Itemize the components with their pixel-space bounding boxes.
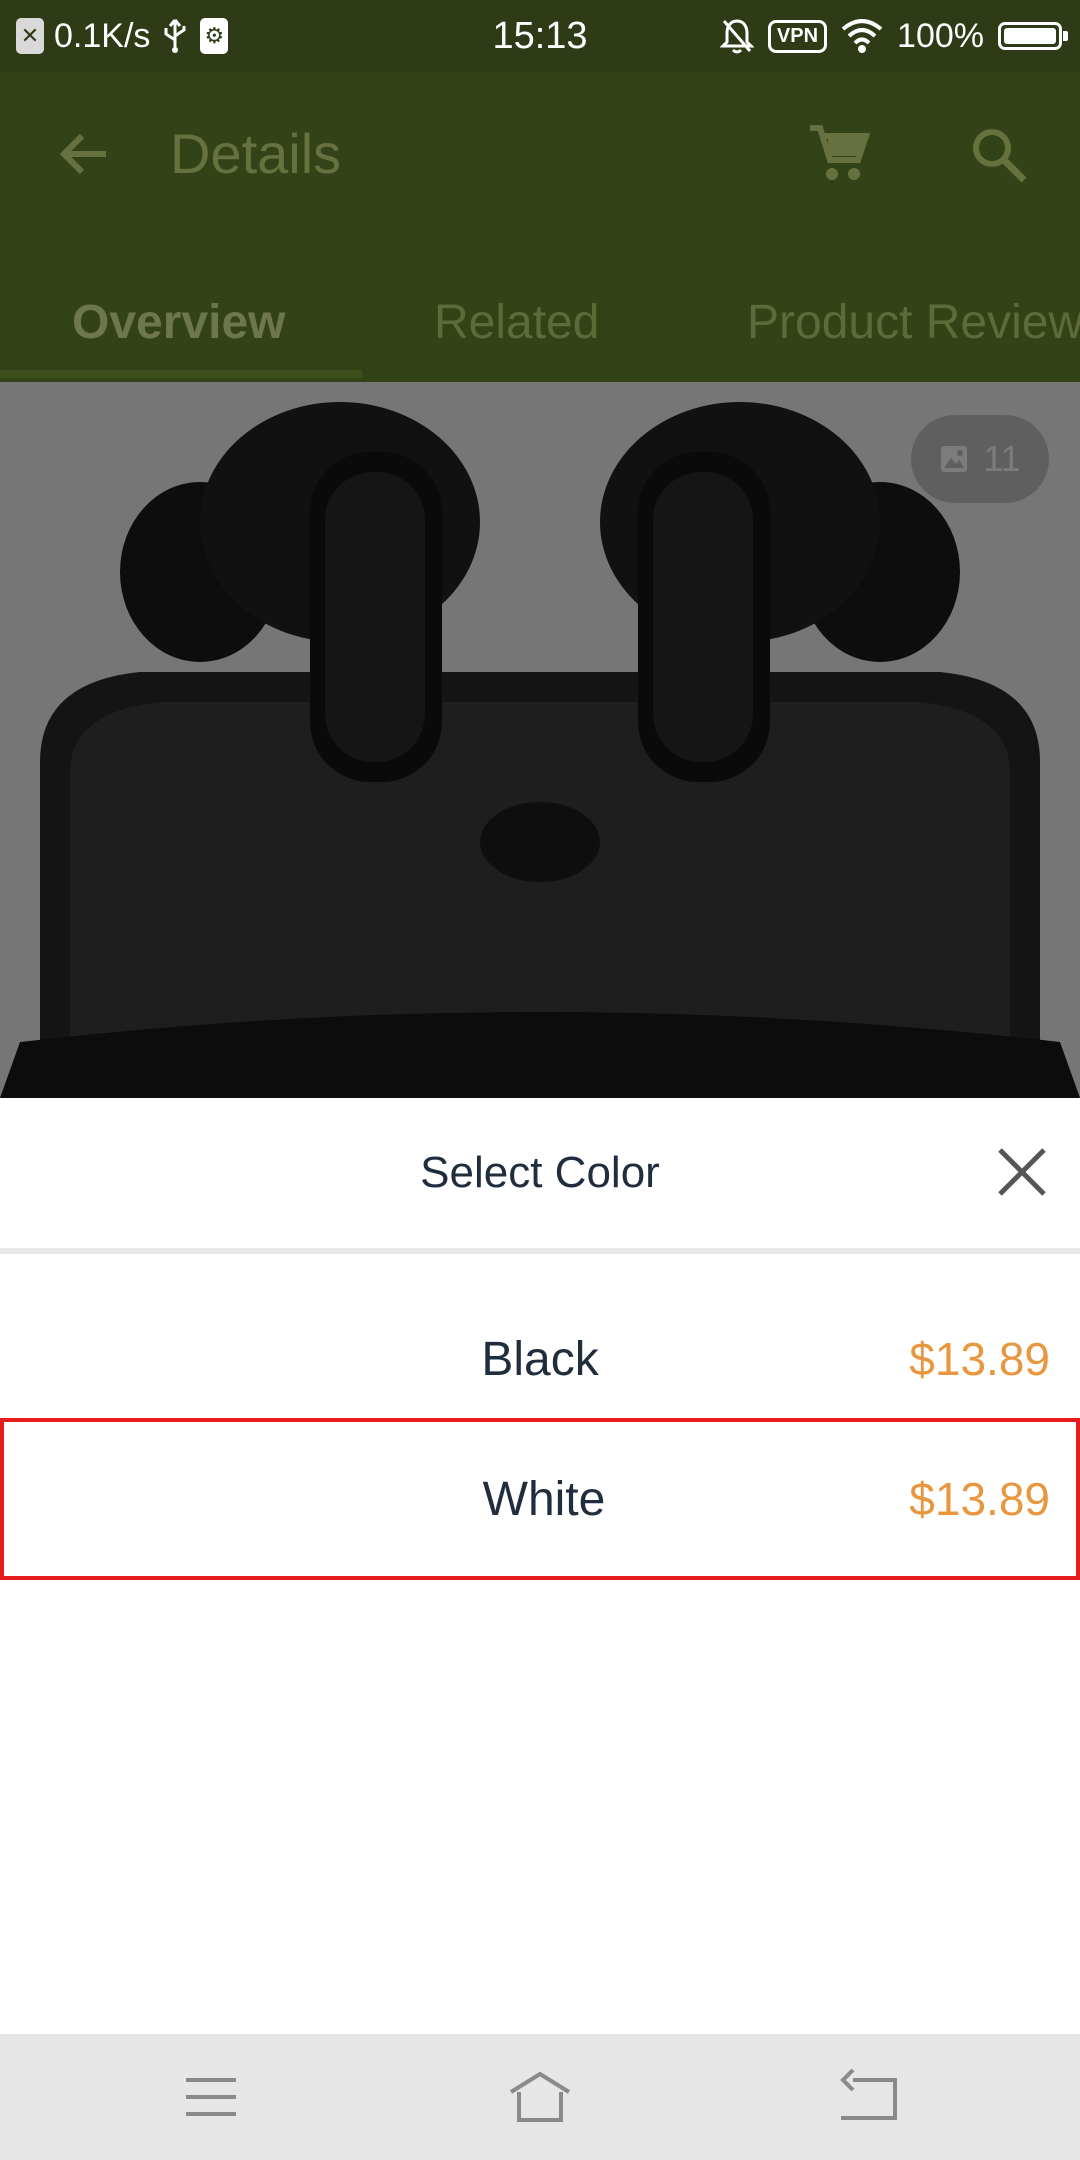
- bell-off-icon: [719, 19, 754, 54]
- tab-related[interactable]: Related: [434, 272, 599, 372]
- color-option-black[interactable]: Black $13.89: [0, 1278, 1080, 1440]
- color-option-price: $13.89: [909, 1333, 1050, 1385]
- menu-icon[interactable]: [176, 2062, 246, 2132]
- tab-product-reviews[interactable]: Product Reviews: [747, 272, 1080, 372]
- home-icon[interactable]: [505, 2062, 575, 2132]
- vpn-badge: VPN: [767, 19, 828, 53]
- product-image[interactable]: 11: [0, 382, 1080, 1098]
- tab-overview[interactable]: Overview: [72, 272, 285, 372]
- system-nav-bar: [0, 2034, 1080, 2160]
- color-option-white[interactable]: White $13.89: [0, 1418, 1080, 1580]
- status-right: VPN 100%: [719, 0, 1068, 72]
- image-icon: [941, 446, 968, 472]
- select-color-sheet: Select Color Black $13.89 White $13.89: [0, 1098, 1080, 2034]
- photo-count: 11: [983, 438, 1021, 479]
- cart-icon[interactable]: [806, 120, 872, 186]
- color-option-price: $13.89: [909, 1473, 1050, 1525]
- tab-bar: Overview Related Product Reviews: [0, 272, 1080, 382]
- back-arrow-icon[interactable]: [52, 122, 116, 186]
- battery-percent: 100%: [897, 16, 984, 55]
- close-icon[interactable]: [994, 1144, 1050, 1200]
- sheet-header: Select Color: [0, 1098, 1080, 1248]
- search-icon[interactable]: [966, 122, 1030, 186]
- sheet-title: Select Color: [420, 1148, 660, 1197]
- app-header: Details Overview Related Product Reviews: [0, 72, 1080, 382]
- page-title: Details: [170, 122, 342, 185]
- earbuds-image: [0, 402, 1080, 1098]
- status-bar: ✕ 0.1K/s ⚙ 15:13 VPN 100%: [0, 0, 1080, 72]
- battery-icon: [998, 22, 1068, 50]
- photo-count-badge[interactable]: 11: [911, 415, 1049, 503]
- back-icon[interactable]: [833, 2062, 903, 2132]
- divider: [0, 1248, 1080, 1254]
- tab-indicator: [0, 370, 362, 378]
- wifi-icon: [841, 19, 883, 53]
